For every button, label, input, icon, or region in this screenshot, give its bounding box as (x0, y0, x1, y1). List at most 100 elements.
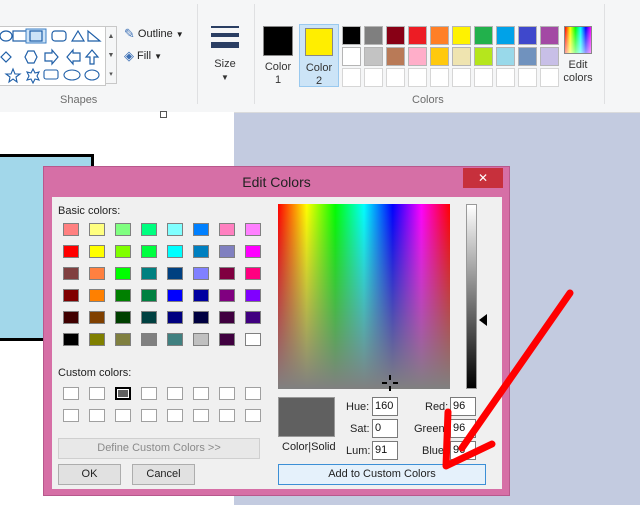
basic-color-swatch[interactable] (63, 311, 79, 324)
custom-color-swatch[interactable] (63, 387, 79, 400)
scroll-up-icon[interactable]: ▲ (106, 27, 116, 46)
color2-button[interactable]: Color 2 (299, 24, 339, 87)
luminosity-arrow-icon[interactable] (479, 314, 487, 326)
palette-swatch[interactable] (342, 47, 361, 66)
palette-swatch[interactable] (452, 26, 471, 45)
basic-color-swatch[interactable] (115, 223, 131, 236)
basic-color-swatch[interactable] (219, 267, 235, 280)
basic-color-swatch[interactable] (89, 333, 105, 346)
basic-color-swatch[interactable] (141, 333, 157, 346)
basic-color-swatch[interactable] (115, 333, 131, 346)
add-to-custom-colors-button[interactable]: Add to Custom Colors (278, 464, 486, 485)
custom-color-swatch[interactable] (89, 409, 105, 422)
blue-input[interactable]: 96 (450, 441, 476, 460)
basic-color-swatch[interactable] (219, 311, 235, 324)
custom-color-swatch[interactable] (141, 387, 157, 400)
palette-swatch[interactable] (364, 26, 383, 45)
palette-swatch[interactable] (386, 68, 405, 87)
palette-swatch[interactable] (408, 47, 427, 66)
custom-color-swatch[interactable] (245, 409, 261, 422)
basic-color-swatch[interactable] (89, 245, 105, 258)
palette-swatch[interactable] (430, 47, 449, 66)
basic-color-swatch[interactable] (245, 311, 261, 324)
basic-color-swatch[interactable] (193, 333, 209, 346)
basic-color-swatch[interactable] (63, 245, 79, 258)
custom-color-swatch[interactable] (219, 387, 235, 400)
basic-color-swatch[interactable] (245, 267, 261, 280)
custom-color-swatch[interactable] (63, 409, 79, 422)
lum-input[interactable]: 91 (372, 441, 398, 460)
palette-swatch[interactable] (518, 26, 537, 45)
palette-swatch[interactable] (474, 47, 493, 66)
basic-color-swatch[interactable] (167, 245, 183, 258)
palette-swatch[interactable] (518, 68, 537, 87)
hue-input[interactable]: 160 (372, 397, 398, 416)
basic-color-swatch[interactable] (219, 223, 235, 236)
custom-color-swatch[interactable] (89, 387, 105, 400)
basic-color-swatch[interactable] (63, 267, 79, 280)
palette-swatch[interactable] (342, 26, 361, 45)
palette-swatch[interactable] (474, 68, 493, 87)
basic-color-swatch[interactable] (219, 245, 235, 258)
custom-color-swatch[interactable] (193, 387, 209, 400)
basic-color-swatch[interactable] (167, 311, 183, 324)
define-custom-colors-button[interactable]: Define Custom Colors >> (58, 438, 260, 459)
basic-color-swatch[interactable] (193, 245, 209, 258)
basic-color-swatch[interactable] (167, 267, 183, 280)
basic-color-swatch[interactable] (141, 289, 157, 302)
palette-swatch[interactable] (518, 47, 537, 66)
basic-color-swatch[interactable] (89, 223, 105, 236)
basic-color-swatch[interactable] (89, 267, 105, 280)
custom-color-swatch[interactable] (167, 409, 183, 422)
basic-color-swatch[interactable] (167, 333, 183, 346)
basic-color-swatch[interactable] (115, 289, 131, 302)
close-button[interactable]: ✕ (463, 168, 503, 188)
resize-handle[interactable] (160, 111, 167, 118)
basic-color-swatch[interactable] (115, 267, 131, 280)
basic-color-swatch[interactable] (63, 289, 79, 302)
shapes-gallery[interactable] (0, 26, 106, 86)
basic-color-swatch[interactable] (115, 311, 131, 324)
basic-color-swatch[interactable] (193, 311, 209, 324)
palette-swatch[interactable] (540, 26, 559, 45)
basic-color-swatch[interactable] (141, 311, 157, 324)
basic-color-swatch[interactable] (245, 333, 261, 346)
basic-color-swatch[interactable] (245, 245, 261, 258)
green-input[interactable]: 96 (450, 419, 476, 438)
size-button[interactable]: Size ▼ (205, 24, 245, 84)
basic-color-swatch[interactable] (193, 267, 209, 280)
luminosity-bar[interactable] (466, 204, 477, 389)
basic-color-swatch[interactable] (115, 245, 131, 258)
palette-swatch[interactable] (496, 47, 515, 66)
custom-color-swatch[interactable] (193, 409, 209, 422)
ok-button[interactable]: OK (58, 464, 121, 485)
palette-swatch[interactable] (430, 68, 449, 87)
basic-color-swatch[interactable] (245, 289, 261, 302)
basic-color-swatch[interactable] (167, 289, 183, 302)
palette-swatch[interactable] (408, 68, 427, 87)
sat-input[interactable]: 0 (372, 419, 398, 438)
edit-colors-button[interactable]: Edit colors (560, 24, 596, 85)
basic-color-swatch[interactable] (63, 223, 79, 236)
basic-color-swatch[interactable] (193, 289, 209, 302)
palette-swatch[interactable] (496, 26, 515, 45)
palette-swatch[interactable] (364, 68, 383, 87)
palette-swatch[interactable] (364, 47, 383, 66)
palette-swatch[interactable] (496, 68, 515, 87)
basic-color-swatch[interactable] (63, 333, 79, 346)
custom-color-swatch[interactable] (115, 409, 131, 422)
palette-swatch[interactable] (430, 26, 449, 45)
basic-color-swatch[interactable] (219, 289, 235, 302)
basic-color-swatch[interactable] (219, 333, 235, 346)
crosshair-icon[interactable] (382, 375, 398, 391)
palette-swatch[interactable] (342, 68, 361, 87)
color1-button[interactable]: Color 1 (259, 24, 297, 86)
palette-swatch[interactable] (386, 26, 405, 45)
basic-color-swatch[interactable] (89, 311, 105, 324)
basic-color-swatch[interactable] (167, 223, 183, 236)
custom-color-swatch[interactable] (245, 387, 261, 400)
cancel-button[interactable]: Cancel (132, 464, 195, 485)
custom-color-swatch[interactable] (219, 409, 235, 422)
expand-gallery-icon[interactable]: ▾ (106, 65, 116, 84)
custom-color-swatch[interactable] (167, 387, 183, 400)
